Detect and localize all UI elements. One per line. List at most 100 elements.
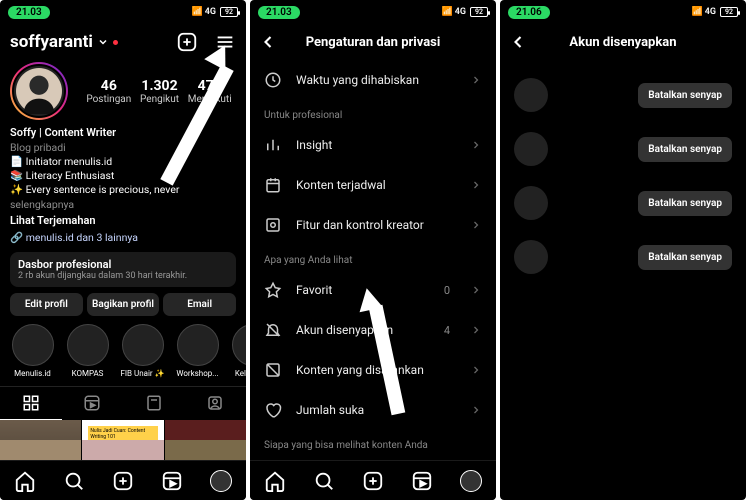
status-clock: 21.03: [8, 6, 50, 19]
avatar[interactable]: [10, 62, 68, 120]
row-label: Insight: [296, 138, 456, 152]
nav-profile[interactable]: [460, 470, 482, 492]
nav-home[interactable]: [264, 470, 286, 492]
row-label: Favorit: [296, 283, 430, 297]
clock-icon: [264, 71, 282, 89]
tab-grid[interactable]: [0, 387, 62, 420]
menu-button[interactable]: [214, 31, 236, 53]
chevron-right-icon: [470, 284, 482, 296]
nav-search[interactable]: [63, 470, 85, 492]
tab-reels[interactable]: [62, 387, 124, 420]
highlight-item[interactable]: Menulis.id: [10, 324, 55, 378]
settings-row[interactable]: Jumlah suka: [250, 390, 496, 430]
chevron-left-icon: [258, 32, 278, 52]
highlights-tray[interactable]: Menulis.id KOMPAS FIB Unair ✨ Workshop...Ke…: [0, 316, 246, 382]
notification-dot-icon: [113, 40, 118, 45]
highlight-item[interactable]: KOMPAS: [65, 324, 110, 378]
account-name[interactable]: [558, 240, 628, 274]
professional-dashboard[interactable]: Dasbor profesional 2 rb akun dijangkau d…: [10, 252, 236, 287]
chevron-right-icon: [470, 404, 482, 416]
highlight-label: FIB Unair ✨: [120, 369, 165, 378]
row-label: Akun disenyapkan: [296, 323, 430, 337]
post-thumb[interactable]: [82, 440, 163, 460]
status-clock: 21.06: [508, 6, 550, 19]
avatar[interactable]: [514, 186, 548, 220]
nav-create[interactable]: [362, 470, 384, 492]
nav-home[interactable]: [14, 470, 36, 492]
muted-account-row: Batalkan senyap: [500, 230, 746, 284]
followers-stat[interactable]: 1.302Pengikut: [140, 78, 179, 105]
highlight-cover: [177, 324, 219, 366]
email-button[interactable]: Email: [163, 293, 236, 316]
settings-row[interactable]: Akun disenyapkan4: [250, 310, 496, 350]
search-icon: [313, 470, 335, 492]
row-label: Fitur dan kontrol kreator: [296, 218, 456, 232]
see-translation[interactable]: Lihat Terjemahan: [0, 214, 246, 229]
status-clock: 21.03: [258, 6, 300, 19]
account-name[interactable]: [558, 186, 628, 220]
nav-search[interactable]: [313, 470, 335, 492]
nav-profile[interactable]: [210, 470, 232, 492]
status-bar: 21.03 📶 4G 92: [0, 0, 246, 24]
username-dropdown[interactable]: soffyaranti: [10, 32, 118, 52]
nav-create[interactable]: [112, 470, 134, 492]
signal-icon: 📶: [442, 7, 453, 17]
tab-guides[interactable]: [123, 387, 185, 420]
signal-icon: 📶: [692, 7, 703, 17]
posts-grid: Nulis Jadi Cuan: Content Writing 101: [0, 420, 246, 460]
bellslash-icon: [264, 321, 282, 339]
unmute-button[interactable]: Batalkan senyap: [638, 83, 732, 108]
highlight-cover: [12, 324, 54, 366]
highlight-item[interactable]: Kelas Rad: [230, 324, 246, 378]
page-title: Akun disenyapkan: [569, 35, 676, 50]
account-name[interactable]: [558, 78, 628, 112]
edit-profile-button[interactable]: Edit profil: [10, 293, 83, 316]
create-button[interactable]: [176, 31, 198, 53]
nav-reels[interactable]: [161, 470, 183, 492]
highlight-cover: [67, 324, 109, 366]
highlight-cover: [232, 324, 247, 366]
more-link[interactable]: selengkapnya: [10, 198, 74, 211]
bottom-nav: [0, 460, 246, 500]
settings-row[interactable]: Konten terjadwal: [250, 165, 496, 205]
post-thumb[interactable]: [165, 440, 246, 460]
guide-icon: [145, 394, 163, 412]
avatar[interactable]: [514, 78, 548, 112]
post-thumb[interactable]: [0, 440, 81, 460]
unmute-button[interactable]: Batalkan senyap: [638, 245, 732, 270]
following-stat[interactable]: 472Mengikuti: [188, 78, 232, 105]
avatar[interactable]: [514, 240, 548, 274]
plus-square-icon: [176, 31, 198, 53]
row-value: 0: [444, 284, 450, 297]
row-label: Konten yang disarankan: [296, 363, 456, 377]
plus-square-icon: [362, 470, 384, 492]
nav-reels[interactable]: [411, 470, 433, 492]
row-label: Konten terjadwal: [296, 178, 456, 192]
bio-link[interactable]: 🔗 menulis.id dan 3 lainnya: [0, 229, 246, 246]
unmute-button[interactable]: Batalkan senyap: [638, 191, 732, 216]
account-name[interactable]: [558, 132, 628, 166]
highlight-cover: [122, 324, 164, 366]
muted-accounts-screen: 21.06 📶 4G 92 Akun disenyapkan Batalkan …: [500, 0, 746, 500]
settings-row[interactable]: Waktu yang dihabiskan: [250, 60, 496, 100]
share-profile-button[interactable]: Bagikan profil: [87, 293, 160, 316]
unmute-button[interactable]: Batalkan senyap: [638, 137, 732, 162]
settings-row[interactable]: Konten yang disarankan: [250, 350, 496, 390]
highlight-item[interactable]: FIB Unair ✨: [120, 324, 165, 378]
highlight-label: Menulis.id: [10, 369, 55, 378]
section-header: Untuk profesional: [250, 100, 496, 125]
battery-icon: 92: [220, 7, 238, 17]
avatar[interactable]: [514, 132, 548, 166]
settings-row[interactable]: Insight: [250, 125, 496, 165]
status-bar: 21.03 📶 4G 92: [250, 0, 496, 24]
chevron-right-icon: [470, 139, 482, 151]
highlight-item[interactable]: Workshop...: [175, 324, 220, 378]
settings-row[interactable]: Fitur dan kontrol kreator: [250, 205, 496, 245]
back-button[interactable]: [508, 32, 528, 52]
tab-tagged[interactable]: [185, 387, 247, 420]
muted-account-row: Batalkan senyap: [500, 122, 746, 176]
chevron-right-icon: [470, 219, 482, 231]
settings-row[interactable]: Favorit 0: [250, 270, 496, 310]
posts-stat[interactable]: 46Postingan: [86, 78, 131, 105]
back-button[interactable]: [258, 32, 278, 52]
